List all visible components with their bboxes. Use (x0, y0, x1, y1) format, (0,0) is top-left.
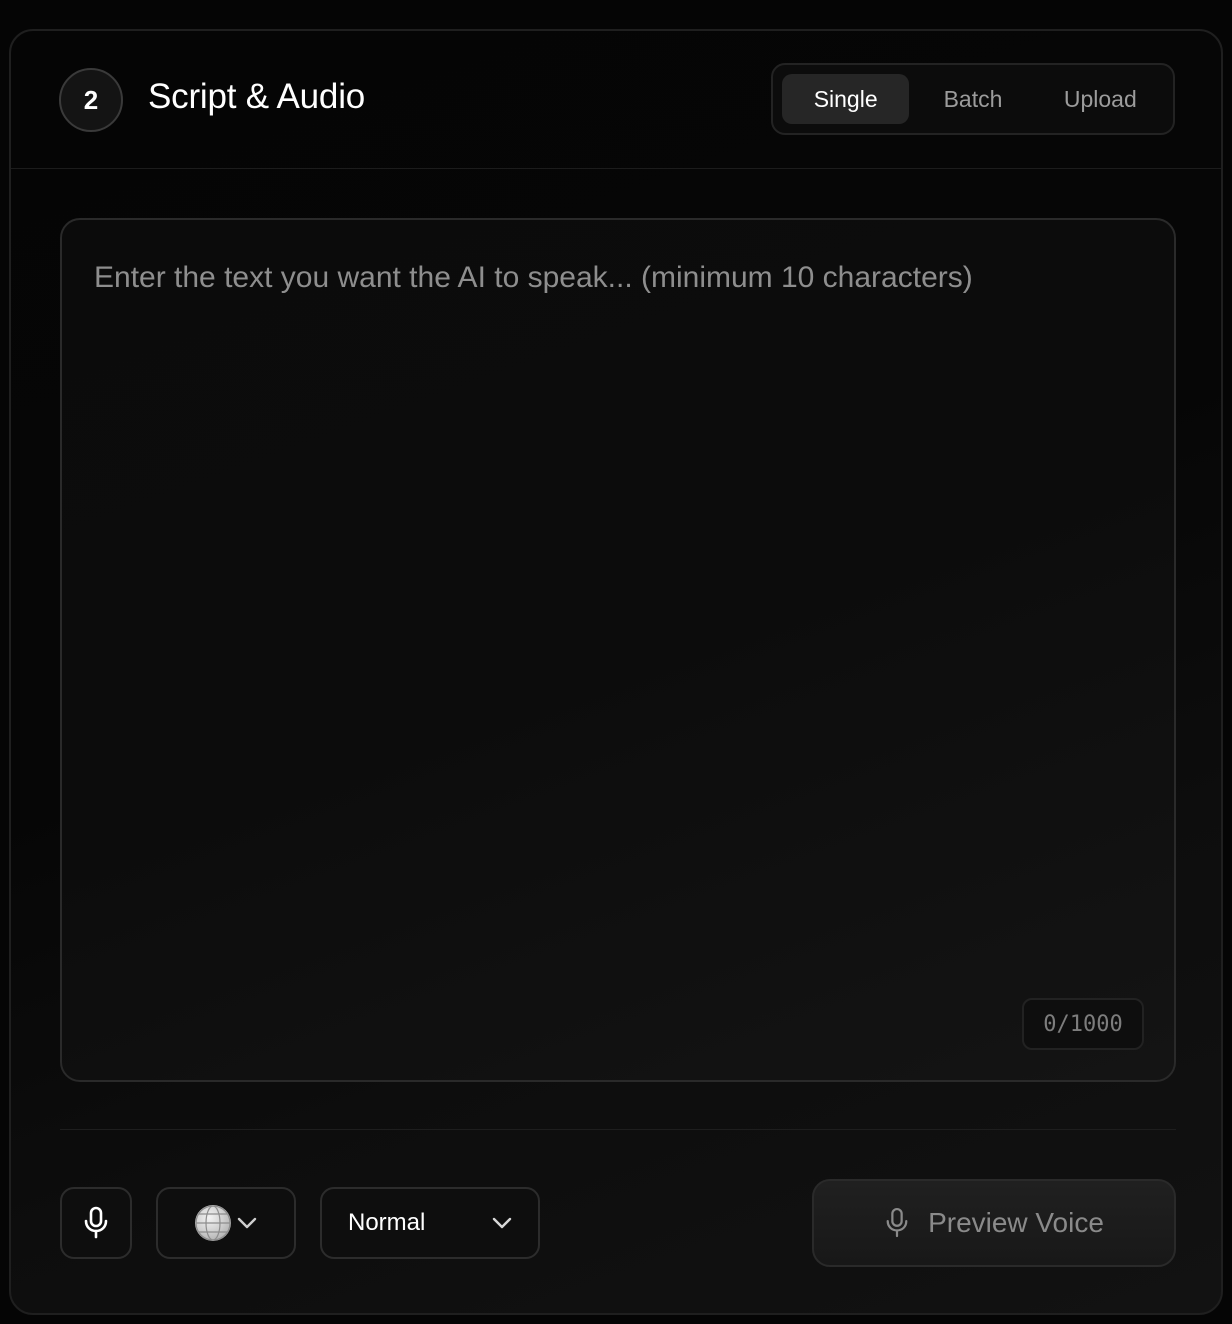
microphone-icon (884, 1206, 910, 1240)
language-selector[interactable] (156, 1187, 296, 1259)
chevron-down-icon (492, 1217, 512, 1229)
mode-segmented-control: Single Batch Upload (771, 63, 1175, 135)
divider (60, 1129, 1176, 1130)
character-counter: 0/1000 (1022, 998, 1144, 1050)
speed-dropdown-value: Normal (348, 1209, 426, 1236)
microphone-button[interactable] (60, 1187, 132, 1259)
tab-batch[interactable]: Batch (909, 74, 1036, 124)
speed-dropdown[interactable]: Normal (320, 1187, 540, 1259)
globe-icon (195, 1205, 231, 1241)
preview-voice-button[interactable]: Preview Voice (812, 1179, 1176, 1267)
script-audio-panel: 2 Script & Audio Single Batch Upload 0/1… (9, 29, 1223, 1315)
preview-voice-label: Preview Voice (928, 1207, 1104, 1238)
script-textarea[interactable] (62, 220, 1174, 1080)
script-input-container: 0/1000 (60, 218, 1176, 1082)
tab-upload[interactable]: Upload (1037, 74, 1164, 124)
panel-header: 2 Script & Audio Single Batch Upload (11, 31, 1221, 169)
step-number-badge: 2 (59, 68, 123, 132)
tab-single[interactable]: Single (782, 74, 910, 124)
chevron-down-icon (237, 1217, 257, 1229)
microphone-icon (82, 1206, 110, 1240)
panel-title: Script & Audio (148, 77, 366, 116)
